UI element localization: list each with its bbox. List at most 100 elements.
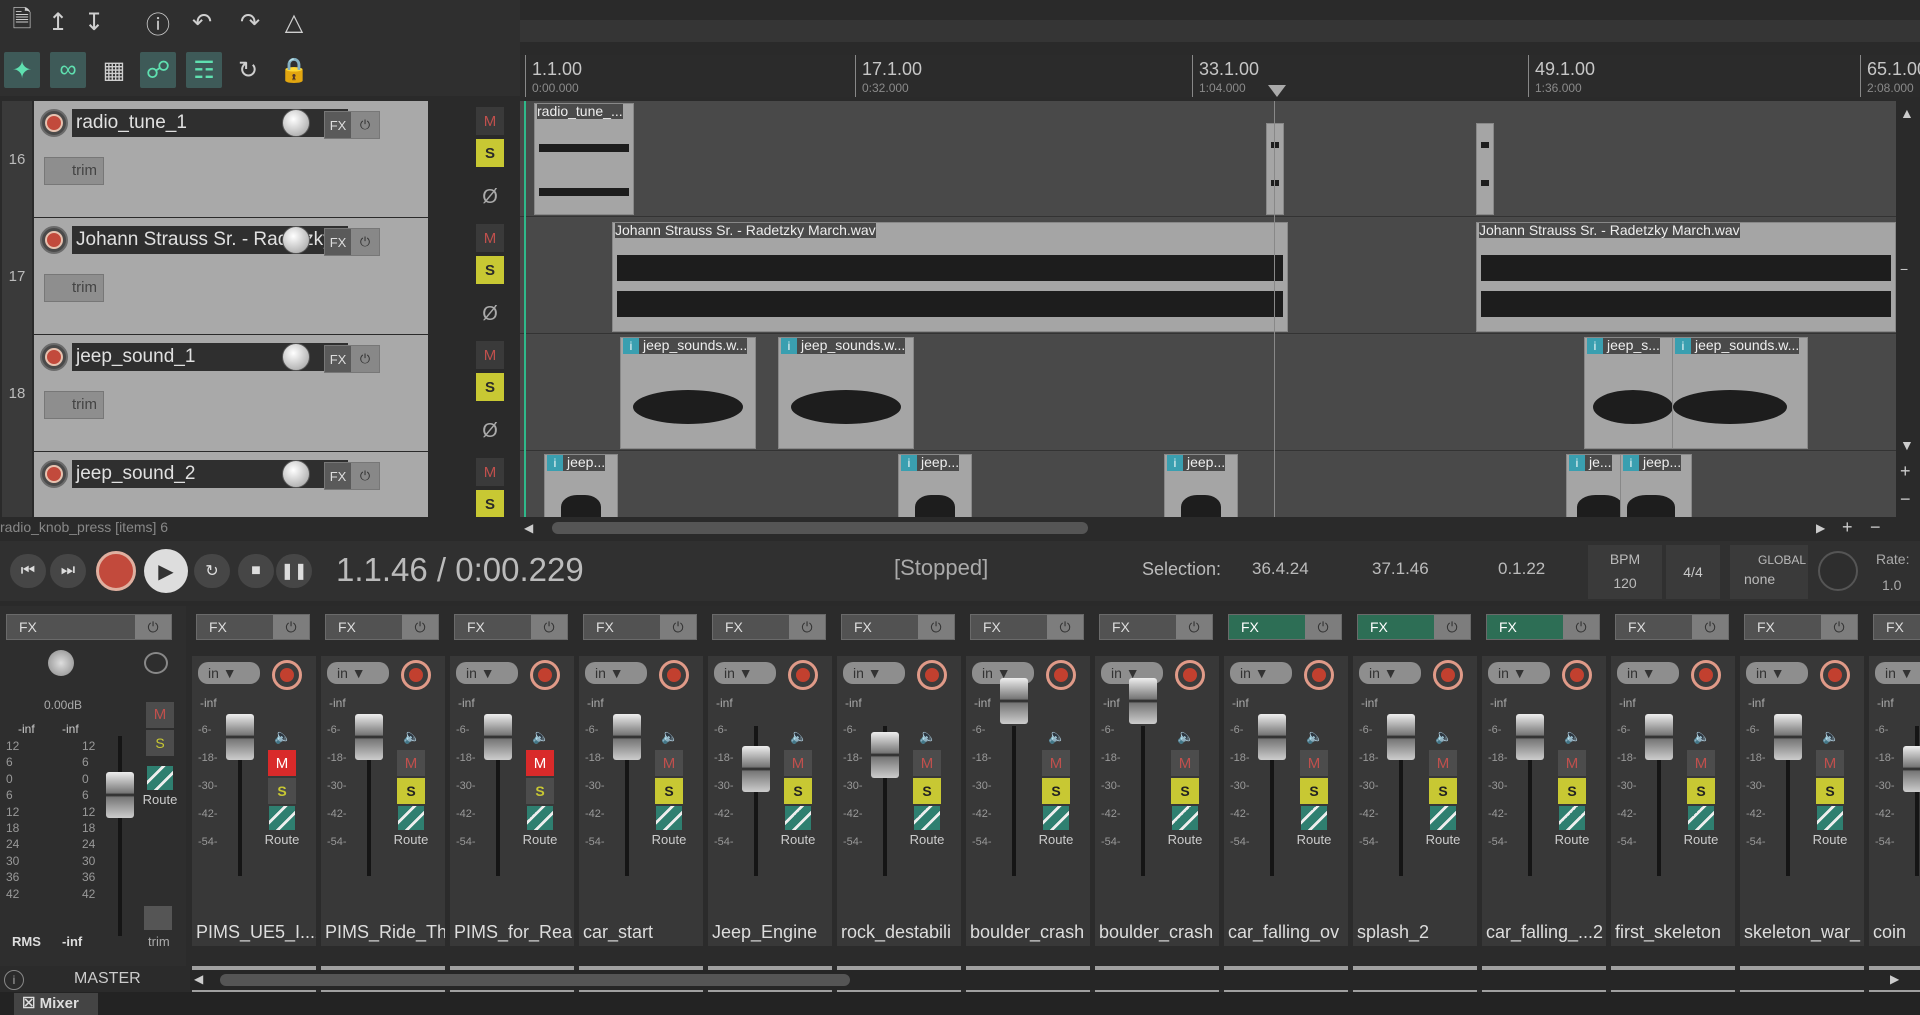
power-icon[interactable]: ⏻ <box>1692 615 1728 639</box>
power-icon[interactable]: ⏻ <box>1305 615 1341 639</box>
fx-button[interactable]: FX⏻ <box>841 614 955 640</box>
solo-button[interactable]: S <box>913 778 941 804</box>
mute-button[interactable]: M <box>526 750 554 776</box>
power-icon[interactable]: ⏻ <box>1434 615 1470 639</box>
solo-button[interactable]: S <box>526 778 554 804</box>
solo-button[interactable]: S <box>1816 778 1844 804</box>
master-pan-knob[interactable] <box>48 650 74 676</box>
input-select[interactable]: in ▼ <box>1875 662 1920 684</box>
input-select[interactable]: in ▼ <box>714 662 776 684</box>
grid-icon[interactable]: ▦ <box>96 52 132 88</box>
power-icon[interactable]: ⏻ <box>351 112 379 138</box>
speaker-icon[interactable]: 🔈 <box>1693 728 1710 745</box>
skip-back-icon[interactable]: ⏮ <box>10 554 46 588</box>
track-header[interactable]: jeep_sound_1 FX ⏻ trim <box>34 335 428 451</box>
power-icon[interactable]: ⏻ <box>789 615 825 639</box>
record-arm-button[interactable] <box>1820 660 1850 690</box>
volume-knob[interactable] <box>282 226 310 254</box>
mute-button[interactable]: M <box>1816 750 1844 776</box>
zoom-out-icon[interactable]: − <box>1870 517 1881 538</box>
group-icon[interactable]: ☍ <box>140 52 176 88</box>
new-file-icon[interactable]: 🗎 <box>4 4 40 40</box>
fx-button[interactable]: FX⏻ <box>324 111 380 139</box>
speaker-icon[interactable]: 🔈 <box>790 728 807 745</box>
timebase-box[interactable]: GLOBAL none <box>1730 545 1808 599</box>
scroll-up-icon[interactable]: ▲ <box>1900 105 1914 121</box>
power-icon[interactable]: ⏻ <box>918 615 954 639</box>
solo-button[interactable]: S <box>476 490 504 517</box>
mute-button[interactable]: M <box>268 750 296 776</box>
fx-button[interactable]: FX⏻ <box>1228 614 1342 640</box>
stop-button[interactable]: ■ <box>238 554 274 588</box>
mute-button[interactable]: M <box>397 750 425 776</box>
repeat-icon[interactable]: ↻ <box>194 554 230 588</box>
strip-name[interactable]: car_falling_...2 <box>1482 922 1606 943</box>
position-display[interactable]: 1.1.46 / 0:00.229 <box>336 551 584 589</box>
speaker-icon[interactable]: 🔈 <box>1048 728 1065 745</box>
master-route-button[interactable]: Route <box>136 766 184 807</box>
record-arm-button[interactable] <box>401 660 431 690</box>
solo-button[interactable]: S <box>1687 778 1715 804</box>
rate-knob[interactable] <box>1818 551 1858 591</box>
fx-button[interactable]: FX⏻ <box>970 614 1084 640</box>
zoom-in-icon[interactable]: + <box>1900 461 1911 482</box>
info-icon[interactable]: i <box>4 970 24 990</box>
scroll-thumb[interactable] <box>220 974 850 986</box>
phase-icon[interactable]: Ø <box>476 183 504 211</box>
solo-button[interactable]: S <box>1429 778 1457 804</box>
fx-button[interactable]: FX⏻ <box>454 614 568 640</box>
volume-fader[interactable] <box>1387 714 1415 760</box>
scroll-thumb[interactable]: − <box>1900 261 1908 277</box>
timeline-ruler[interactable]: 1.1.00 0:00.000 17.1.00 0:32.000 33.1.00 1:… <box>520 55 1920 97</box>
volume-fader[interactable] <box>1903 746 1920 792</box>
fx-button[interactable]: FX⏻ <box>1357 614 1471 640</box>
metronome-icon[interactable]: △ <box>276 4 312 40</box>
strip-name[interactable]: PIMS_Ride_Th <box>321 922 445 943</box>
mute-button[interactable]: M <box>1558 750 1586 776</box>
strip-name[interactable]: car_falling_ov <box>1224 922 1348 943</box>
record-arm-button[interactable] <box>40 343 68 371</box>
master-mute-button[interactable]: M <box>146 702 174 728</box>
record-arm-button[interactable] <box>1175 660 1205 690</box>
master-fx-button[interactable]: FX ⏻ <box>6 614 172 640</box>
trim-button[interactable]: trim <box>44 157 104 185</box>
master-fader[interactable] <box>106 772 134 818</box>
lock-icon[interactable]: 🔒 <box>276 52 312 88</box>
media-item[interactable] <box>1266 123 1284 215</box>
track-19[interactable]: 19 jeep_sound_2 FX⏻ M S <box>0 452 520 517</box>
route-button[interactable]: Route <box>1161 806 1209 847</box>
input-select[interactable]: in ▼ <box>843 662 905 684</box>
strip-name[interactable]: boulder_crash <box>966 922 1090 943</box>
mute-button[interactable]: M <box>913 750 941 776</box>
power-icon[interactable]: ⏻ <box>135 615 171 639</box>
power-icon[interactable]: ⏻ <box>1176 615 1212 639</box>
trim-icon[interactable] <box>144 906 172 930</box>
solo-button[interactable]: S <box>476 373 504 401</box>
bpm-box[interactable]: BPM 120 <box>1588 545 1662 599</box>
open-icon[interactable]: ↥ <box>40 4 76 40</box>
info-icon[interactable]: ⓘ <box>140 4 176 40</box>
fader-track[interactable] <box>1141 726 1145 876</box>
time-signature[interactable]: 4/4 <box>1666 545 1720 599</box>
media-item[interactable]: i jeep_sounds.w... <box>620 337 756 449</box>
route-button[interactable]: Route <box>1677 806 1725 847</box>
media-item[interactable] <box>1476 123 1494 215</box>
track-17[interactable]: 17 Johann Strauss Sr. - Radetzky FX ⏻ tri… <box>0 218 520 335</box>
strip-name[interactable]: PIMS_UE5_I...2 <box>192 922 316 943</box>
speaker-icon[interactable]: 🔈 <box>661 728 678 745</box>
power-icon[interactable]: ⏻ <box>660 615 696 639</box>
record-arm-button[interactable] <box>272 660 302 690</box>
mute-button[interactable]: M <box>476 107 504 135</box>
fx-button[interactable]: FX⏻ <box>1615 614 1729 640</box>
power-icon[interactable]: ⏻ <box>351 229 379 255</box>
speaker-icon[interactable]: 🔈 <box>1306 728 1323 745</box>
speaker-icon[interactable]: 🔈 <box>403 728 420 745</box>
ripple-icon[interactable]: ✦ <box>4 52 40 88</box>
media-item[interactable]: i jeep... <box>1164 454 1238 517</box>
strip-name[interactable]: rock_destabili <box>837 922 961 943</box>
mute-button[interactable]: M <box>1429 750 1457 776</box>
record-arm-button[interactable] <box>1433 660 1463 690</box>
route-button[interactable]: Route <box>645 806 693 847</box>
speaker-icon[interactable]: 🔈 <box>1564 728 1581 745</box>
volume-fader[interactable] <box>484 714 512 760</box>
